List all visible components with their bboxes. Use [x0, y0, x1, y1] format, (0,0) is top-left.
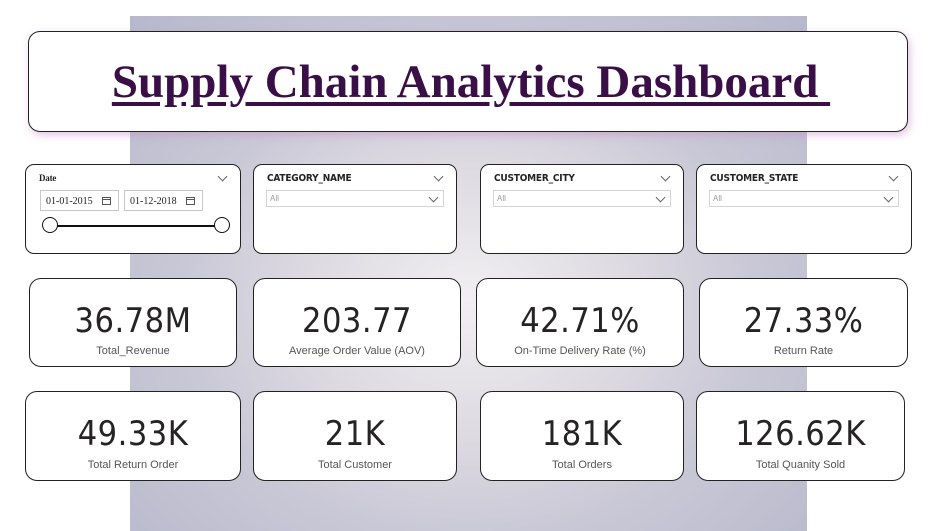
slicer-title: CATEGORY_NAME: [267, 173, 352, 184]
title-banner: Supply Chain Analytics Dashboard: [28, 31, 908, 132]
customer-state-dropdown[interactable]: All: [709, 190, 899, 207]
kpi-value: 21K: [324, 414, 386, 454]
category-name-slicer[interactable]: CATEGORY_NAME All: [253, 164, 457, 254]
customer-city-dropdown[interactable]: All: [493, 190, 671, 207]
kpi-card-average-order-value: 203.77 Average Order Value (AOV): [253, 278, 461, 367]
date-range-track[interactable]: [50, 225, 222, 227]
slicer-title: CUSTOMER_CITY: [494, 173, 575, 184]
kpi-label: Total Quanity Sold: [755, 459, 846, 471]
chevron-down-icon[interactable]: [217, 171, 228, 182]
chevron-down-icon[interactable]: [660, 171, 671, 182]
customer-city-slicer[interactable]: CUSTOMER_CITY All: [480, 164, 684, 254]
kpi-value: 126.62K: [735, 414, 866, 454]
kpi-label: Total Customer: [318, 459, 392, 471]
calendar-icon[interactable]: [186, 197, 195, 205]
kpi-label: Return Rate: [773, 345, 834, 357]
kpi-card-total-customer: 21K Total Customer: [253, 391, 457, 481]
kpi-label: Average Order Value (AOV): [289, 345, 425, 357]
chevron-down-icon[interactable]: [433, 171, 444, 182]
calendar-icon[interactable]: [102, 197, 111, 205]
dashboard-title: Supply Chain Analytics Dashboard: [111, 55, 831, 108]
date-range-end-handle[interactable]: [214, 217, 230, 233]
kpi-card-total-quantity-sold: 126.62K Total Quanity Sold: [696, 391, 905, 481]
kpi-label: On-Time Delivery Rate (%): [514, 345, 646, 357]
date-slicer[interactable]: Date 01-01-2015 01-12-2018: [25, 164, 241, 254]
kpi-card-total-return-order: 49.33K Total Return Order: [25, 391, 241, 481]
end-date-input[interactable]: 01-12-2018: [124, 190, 203, 211]
kpi-card-on-time-delivery-rate: 42.71% On-Time Delivery Rate (%): [476, 278, 684, 367]
customer-state-slicer[interactable]: CUSTOMER_STATE All: [696, 164, 912, 254]
chevron-down-icon[interactable]: [428, 192, 439, 203]
kpi-value: 36.78M: [74, 301, 192, 341]
chevron-down-icon[interactable]: [888, 171, 899, 182]
date-slicer-title: Date: [39, 173, 57, 183]
kpi-card-total-orders: 181K Total Orders: [480, 391, 684, 481]
chevron-down-icon[interactable]: [883, 192, 894, 203]
chevron-down-icon[interactable]: [655, 192, 666, 203]
kpi-value: 42.71%: [520, 301, 640, 341]
category-name-dropdown[interactable]: All: [266, 190, 444, 207]
kpi-label: Total Orders: [552, 459, 612, 471]
kpi-value: 27.33%: [743, 301, 864, 341]
slicer-title: CUSTOMER_STATE: [710, 173, 799, 184]
kpi-value: 181K: [541, 414, 623, 454]
kpi-card-total-revenue: 36.78M Total_Revenue: [29, 278, 237, 367]
kpi-label: Total Return Order: [87, 459, 179, 471]
start-date-input[interactable]: 01-01-2015: [40, 190, 119, 211]
kpi-value: 49.33K: [77, 414, 189, 454]
kpi-value: 203.77: [302, 301, 412, 341]
kpi-label: Total_Revenue: [96, 345, 170, 357]
kpi-card-return-rate: 27.33% Return Rate: [699, 278, 908, 367]
date-range-start-handle[interactable]: [42, 217, 58, 233]
